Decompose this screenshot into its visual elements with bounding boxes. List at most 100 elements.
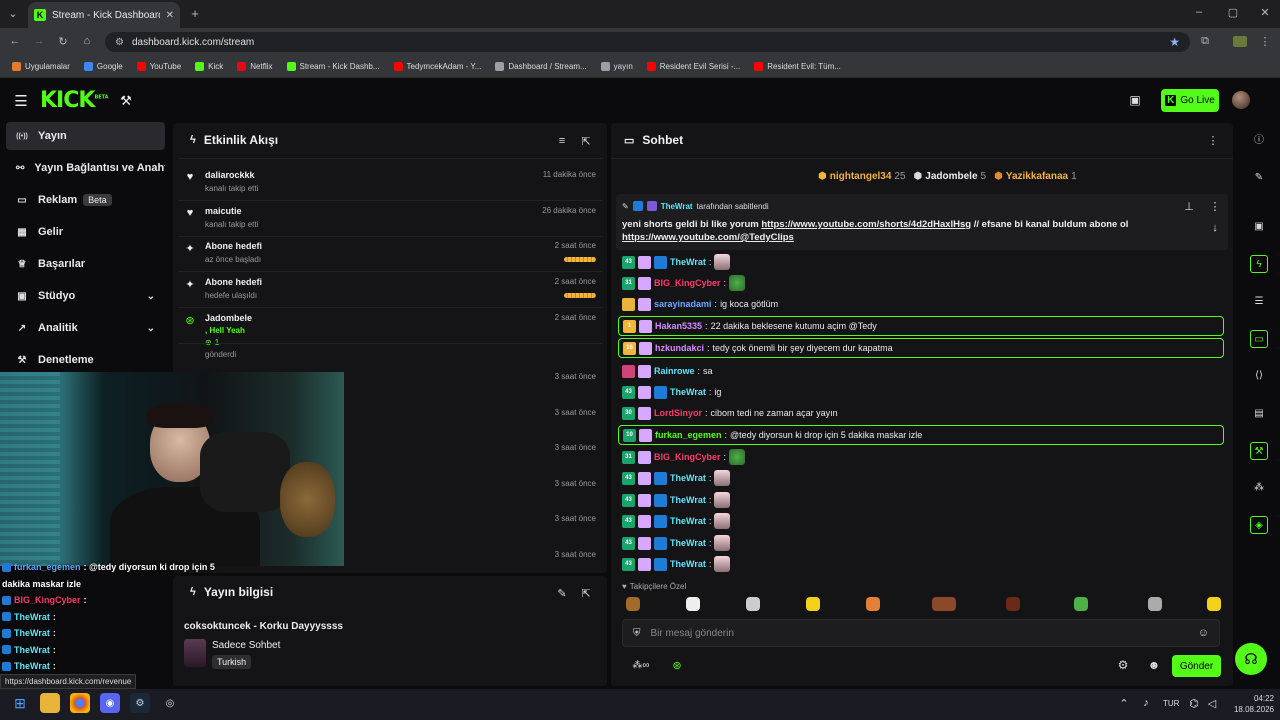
discord-icon[interactable]: ◉ — [100, 693, 120, 713]
pinned-menu-icon[interactable]: ⋮ — [1208, 200, 1222, 213]
chat-username[interactable]: BIG_KingCyber — [654, 452, 721, 462]
tab-search-icon[interactable]: ⌄ — [6, 7, 20, 20]
clock[interactable]: 04:22 18.08.2026 — [1226, 693, 1274, 715]
pinned-by-user[interactable]: TheWrat — [661, 202, 693, 211]
support-headset-icon[interactable]: ☊ — [1235, 643, 1267, 675]
chevron-down-icon[interactable]: ⌄ — [147, 323, 155, 334]
chat-message[interactable]: 43 TheWrat: — [622, 534, 1222, 552]
chat-username[interactable]: TheWrat — [670, 257, 706, 267]
top-gifter[interactable]: ⬢ Jadombele 5 — [914, 171, 987, 182]
tray-chevron-icon[interactable]: ⌃ — [1118, 697, 1130, 710]
activity-item[interactable]: ✦ Abone hedefi hedefe ulaşıldı 2 saat önce — [184, 272, 596, 308]
sidebar-item-4[interactable]: ♕ Başarılar — [6, 250, 165, 278]
info-icon[interactable]: ⓘ — [1250, 132, 1268, 150]
browser-tab[interactable]: K Stream - Kick Dashboard ✕ — [28, 2, 180, 28]
player-icon[interactable]: ▣ — [1250, 218, 1268, 236]
bookmark-item[interactable]: Uygulamalar — [8, 62, 74, 71]
chat-username[interactable]: TheWrat — [670, 473, 706, 483]
top-gifter[interactable]: ⬢ nightangel34 25 — [818, 171, 906, 182]
chat-message[interactable]: 31 BIG_KingCyber: — [622, 274, 1222, 292]
tools-icon[interactable]: ⚒ — [1250, 442, 1268, 460]
site-info-icon[interactable]: ⚙ — [115, 37, 124, 48]
sidebar-item-2[interactable]: ▭ Reklam Beta — [6, 186, 165, 214]
bookmark-item[interactable]: Google — [80, 62, 127, 71]
sidebar-item-6[interactable]: ↗ Analitik ⌄ — [6, 314, 165, 342]
chat-username[interactable]: Hakan5335 — [655, 321, 702, 331]
microphone-icon[interactable]: ♪ — [1140, 697, 1152, 709]
chat-username[interactable]: LordSinyor — [654, 408, 702, 418]
emote-icon[interactable] — [1074, 597, 1088, 611]
list-icon[interactable]: ☰ — [1250, 293, 1268, 311]
emote-icon[interactable] — [806, 597, 820, 611]
chat-message[interactable]: 43 TheWrat: ig — [622, 383, 1222, 401]
chat-message[interactable]: 30 LordSinyor: cibom tedi ne zaman açar ya… — [622, 404, 1222, 422]
chat-username[interactable]: hzkundakci — [655, 343, 704, 353]
chat-message[interactable]: 43 TheWrat: — [622, 555, 1222, 573]
chat-message[interactable]: 43 TheWrat: — [622, 512, 1222, 530]
theater-icon[interactable]: ▣ — [1127, 93, 1143, 107]
activity-feed-icon[interactable]: ϟ — [1250, 255, 1268, 273]
bookmark-item[interactable]: TedymcekAdam - Y... — [390, 62, 486, 71]
chat-message[interactable]: 10 furkan_egemen: @tedy diyorsun ki drop i… — [618, 425, 1224, 445]
volume-icon[interactable]: ◁ — [1206, 697, 1218, 710]
emoji-icon[interactable]: ☺ — [1198, 627, 1209, 639]
chat-message[interactable]: sarayinadami: ig koca götlüm — [622, 295, 1222, 313]
chat-input[interactable]: ⛨ Bir mesaj gönderin ☺ — [622, 619, 1220, 647]
chat-username[interactable]: TheWrat — [670, 495, 706, 505]
chat-menu-icon[interactable]: ⋮ — [1206, 134, 1220, 147]
collab-icon[interactable]: ⁂ — [1250, 479, 1268, 497]
close-window-icon[interactable]: ✕ — [1258, 6, 1272, 19]
bookmark-item[interactable]: Resident Evil: Tüm... — [750, 62, 845, 71]
bookmark-star-icon[interactable]: ★ — [1169, 35, 1180, 49]
sidebar-item-5[interactable]: ▣ Stüdyo ⌄ — [6, 282, 165, 310]
activity-item[interactable]: ♥ daliarockkk kanalı takip etti 11 dakika ö… — [184, 165, 596, 201]
bookmark-item[interactable]: Netflix — [233, 62, 276, 71]
browser-menu-icon[interactable]: ⋮ — [1258, 35, 1272, 48]
category-thumbnail[interactable] — [184, 639, 206, 667]
activity-item[interactable]: ⊛Jadombele, Hell Yeah⊛1gönderdi2 saat ön… — [184, 308, 596, 359]
chat-message[interactable]: 43 TheWrat: — [622, 469, 1222, 487]
filter-icon[interactable]: ≡ — [555, 135, 569, 147]
unpin-icon[interactable]: ⊥ — [1182, 200, 1196, 213]
bookmark-item[interactable]: Resident Evil Serisi -... — [643, 62, 744, 71]
bookmark-item[interactable]: Dashboard / Stream... — [491, 62, 590, 71]
emote-icon[interactable] — [932, 597, 956, 611]
chat-username[interactable]: BIG_KingCyber — [654, 278, 721, 288]
expand-pinned-icon[interactable]: ↓ — [1208, 222, 1222, 234]
chat-message[interactable]: 43 TheWrat: — [622, 253, 1222, 271]
popout-icon[interactable]: ⇱ — [579, 587, 593, 600]
obs-icon[interactable]: ◎ — [160, 693, 180, 713]
steam-icon[interactable]: ⚙ — [130, 693, 150, 713]
emote-icon[interactable] — [626, 597, 640, 611]
chrome-icon[interactable] — [70, 693, 90, 713]
activity-item[interactable]: ♥ maicutie kanalı takip etti 26 dakika önce — [184, 201, 596, 237]
edit-icon[interactable]: ✎ — [1250, 169, 1268, 187]
chat-username[interactable]: TheWrat — [670, 559, 706, 569]
close-tab-icon[interactable]: ✕ — [166, 10, 174, 21]
profile-extension-icon[interactable] — [1233, 36, 1247, 47]
popout-icon[interactable]: ⇱ — [579, 135, 593, 148]
forward-icon[interactable]: → — [32, 35, 46, 47]
chat-message[interactable]: Rainrowe: sa — [622, 362, 1222, 380]
emote-icon[interactable] — [1006, 597, 1020, 611]
chat-username[interactable]: furkan_egemen — [655, 430, 722, 440]
extension-icon[interactable]: ◈ — [1250, 516, 1268, 534]
chat-username[interactable]: TheWrat — [670, 538, 706, 548]
chat-username[interactable]: TheWrat — [670, 516, 706, 526]
address-bar[interactable]: ⚙ dashboard.kick.com/stream ★ — [105, 32, 1190, 52]
pinned-link[interactable]: https://www.youtube.com/shorts/4d2dHaxlH… — [761, 219, 971, 230]
windows-start-icon[interactable]: ⊞ — [10, 693, 30, 713]
chat-message[interactable]: 16 hzkundakci: tedy çok önemli bir şey diy… — [618, 338, 1224, 358]
sidebar-item-1[interactable]: ⚯ Yayın Bağlantısı ve Anahtarı — [6, 154, 165, 182]
kick-logo[interactable]: KICKBETA — [40, 88, 109, 113]
settings-gear-icon[interactable]: ⚙ — [1116, 658, 1130, 672]
extensions-icon[interactable]: ⧉ — [1198, 35, 1212, 48]
minimize-icon[interactable]: – — [1192, 6, 1206, 18]
reload-icon[interactable]: ↻ — [56, 35, 70, 48]
emote-icon[interactable] — [866, 597, 880, 611]
chat-username[interactable]: Rainrowe — [654, 366, 695, 376]
emote-icon[interactable] — [686, 597, 700, 611]
chat-username[interactable]: TheWrat — [670, 387, 706, 397]
go-live-button[interactable]: K Go Live — [1161, 89, 1219, 112]
tools-icon[interactable]: ⚒ — [119, 93, 133, 109]
